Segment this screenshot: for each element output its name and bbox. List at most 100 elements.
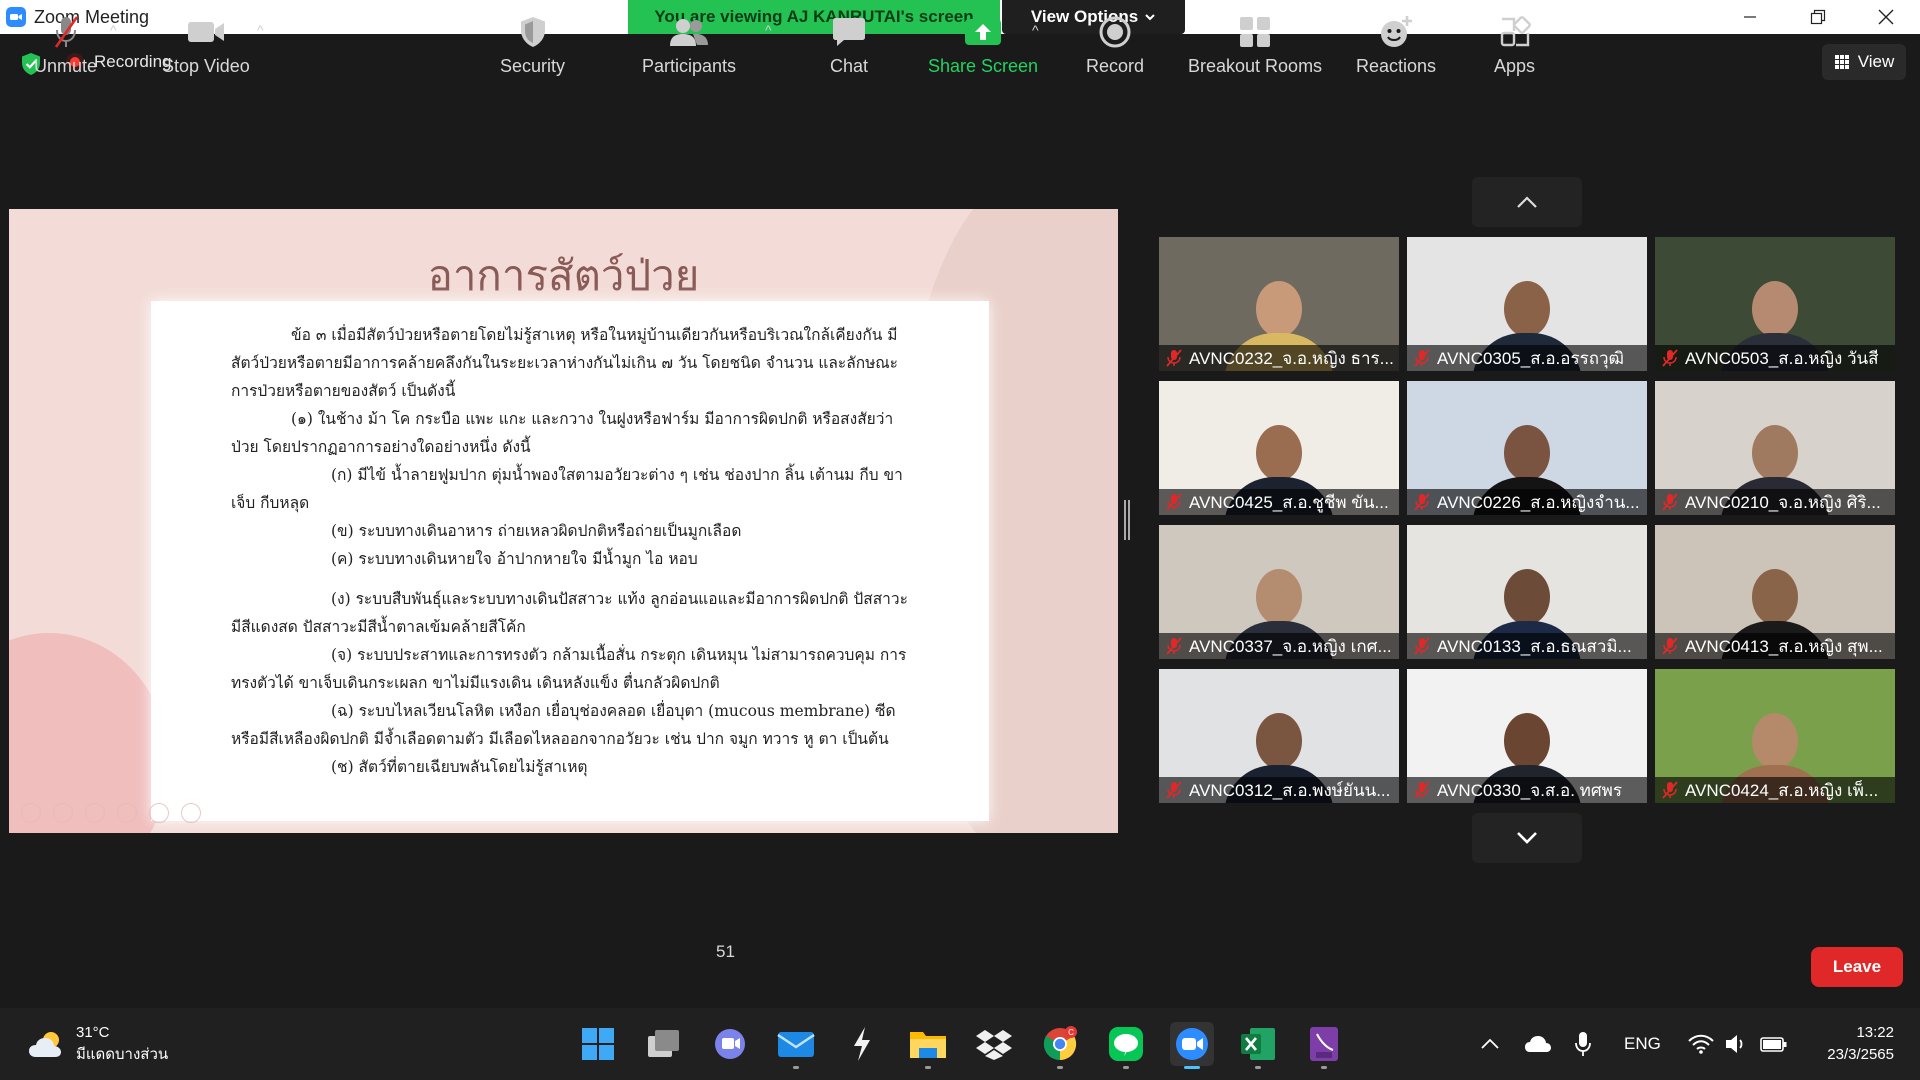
- leave-button[interactable]: Leave: [1811, 947, 1903, 987]
- gallery-page-down-button[interactable]: [1472, 813, 1582, 863]
- participant-tile[interactable]: AVNC0210_จ.อ.หญิง ศิริ...: [1655, 381, 1895, 515]
- video-options-caret[interactable]: ^: [257, 22, 264, 38]
- security-shield-icon: [520, 17, 545, 47]
- pen-icon[interactable]: [85, 803, 105, 823]
- breakout-rooms-button[interactable]: Breakout Rooms: [1188, 14, 1322, 77]
- meeting-toolbar: [0, 922, 1920, 1008]
- view-layout-button[interactable]: View: [1822, 44, 1906, 80]
- participant-head: [1752, 425, 1798, 481]
- muted-microphone-icon: [1414, 781, 1430, 799]
- taskbar-file-explorer[interactable]: [906, 1022, 950, 1069]
- previous-slide-icon[interactable]: [21, 803, 41, 823]
- participant-head: [1504, 569, 1550, 625]
- slide-paragraph: (ฉ) ระบบไหลเวียนโลหิต เหงือก เยื่อบุช่อง…: [231, 702, 896, 748]
- participant-namebar: AVNC0210_จ.อ.หญิง ศิริ...: [1655, 489, 1895, 515]
- tray-microphone[interactable]: [1574, 1008, 1592, 1080]
- chrome-icon: C: [1043, 1026, 1077, 1061]
- shared-screen-slide: อาการสัตว์ป่วย ข้อ ๓ เมื่อมีสัตว์ป่วยหรื…: [9, 209, 1118, 833]
- chat-button[interactable]: Chat: [830, 14, 868, 77]
- record-icon: [1099, 16, 1131, 48]
- security-button[interactable]: Security: [500, 14, 565, 77]
- restore-button[interactable]: [1784, 0, 1852, 34]
- slide-paragraph: ข้อ ๓ เมื่อมีสัตว์ป่วยหรือตายโดยไม่รู้สา…: [231, 326, 898, 400]
- participant-namebar: AVNC0226_ส.อ.หญิงจำน...: [1407, 489, 1647, 515]
- participant-tile[interactable]: AVNC0305_ส.อ.อรรถวุฒิ: [1407, 237, 1647, 371]
- slide-title: อาการสัตว์ป่วย: [427, 251, 700, 300]
- participant-tile[interactable]: AVNC0133_ส.อ.ธณสวมิ...: [1407, 525, 1647, 659]
- participants-button[interactable]: Participants: [642, 14, 736, 77]
- taskbar-teams[interactable]: [708, 1022, 752, 1066]
- breakout-rooms-icon: [1240, 17, 1271, 47]
- taskbar-pdf-app[interactable]: [1302, 1022, 1346, 1069]
- participant-head: [1504, 281, 1550, 337]
- participant-name: AVNC0413_ส.อ.หญิง สุพ...: [1685, 636, 1883, 656]
- chevron-down-icon: [1145, 14, 1155, 21]
- slide-paragraph: (ข) ระบบทางเดินอาหาร ถ่ายเหลวผิดปกติหรือ…: [331, 522, 742, 540]
- share-screen-button[interactable]: Share Screen: [928, 14, 1038, 77]
- taskbar-excel[interactable]: [1236, 1022, 1280, 1069]
- lightning-app-icon: [854, 1027, 870, 1061]
- zoom-icon[interactable]: [149, 803, 169, 823]
- participant-tile[interactable]: AVNC0232_จ.อ.หญิง ธาร...: [1159, 237, 1399, 371]
- next-slide-icon[interactable]: [53, 803, 73, 823]
- tray-language[interactable]: ENG: [1624, 1008, 1661, 1080]
- taskbar-zoom[interactable]: [1170, 1022, 1214, 1069]
- minimize-button[interactable]: [1716, 0, 1784, 34]
- tray-onedrive[interactable]: [1524, 1008, 1552, 1080]
- tray-wifi[interactable]: [1688, 1008, 1714, 1080]
- chat-bubble-icon: [833, 18, 866, 46]
- participants-label: Participants: [642, 56, 737, 76]
- close-button[interactable]: [1852, 0, 1920, 34]
- participant-tile[interactable]: AVNC0425_ส.อ.ชูชีพ ขัน...: [1159, 381, 1399, 515]
- muted-microphone-icon: [1414, 637, 1430, 655]
- audio-options-caret[interactable]: ^: [110, 22, 117, 38]
- participant-name: AVNC0305_ส.อ.อรรถวุฒิ: [1437, 348, 1624, 368]
- teams-chat-icon: [715, 1029, 745, 1059]
- participant-tile[interactable]: AVNC0424_ส.อ.หญิง เพ็...: [1655, 669, 1895, 803]
- weather-widget[interactable]: 31°C มีแดดบางส่วน: [28, 1022, 168, 1066]
- apps-label: Apps: [1494, 56, 1536, 76]
- participant-name: AVNC0330_จ.ส.อ. ทศพร: [1437, 780, 1623, 800]
- battery-charging-icon: [1760, 1037, 1787, 1052]
- apps-button[interactable]: Apps: [1494, 14, 1535, 77]
- tray-volume[interactable]: [1724, 1008, 1748, 1080]
- taskbar-clock[interactable]: 13:22 23/3/2565: [1827, 1022, 1894, 1066]
- participant-head: [1256, 425, 1302, 481]
- speaker-icon: [1726, 1035, 1743, 1053]
- unmute-label: Unmute: [34, 56, 98, 76]
- tray-overflow-button[interactable]: [1480, 1008, 1500, 1080]
- taskbar-dropbox[interactable]: [972, 1022, 1016, 1066]
- record-button[interactable]: Record: [1086, 14, 1144, 77]
- slides-grid-icon[interactable]: [117, 803, 137, 823]
- tray-battery[interactable]: [1760, 1008, 1788, 1080]
- participant-namebar: AVNC0424_ส.อ.หญิง เพ็...: [1655, 777, 1895, 803]
- stop-video-label: Stop Video: [162, 56, 250, 76]
- participant-name: AVNC0337_จ.อ.หญิง เกศ...: [1189, 636, 1392, 656]
- more-icon[interactable]: [181, 803, 201, 823]
- gallery-page-up-button[interactable]: [1472, 177, 1582, 227]
- participant-tile[interactable]: AVNC0226_ส.อ.หญิงจำน...: [1407, 381, 1647, 515]
- participant-tile[interactable]: AVNC0312_ส.อ.พงษ์ยันน...: [1159, 669, 1399, 803]
- taskbar-start-button[interactable]: [576, 1022, 620, 1066]
- taskbar-line[interactable]: [1104, 1022, 1148, 1069]
- reactions-button[interactable]: Reactions: [1356, 14, 1436, 77]
- participant-head: [1504, 425, 1550, 481]
- split-resize-handle[interactable]: [1124, 500, 1130, 540]
- participant-tile[interactable]: AVNC0337_จ.อ.หญิง เกศ...: [1159, 525, 1399, 659]
- slide-document: ข้อ ๓ เมื่อมีสัตว์ป่วยหรือตายโดยไม่รู้สา…: [151, 301, 989, 821]
- taskbar-chrome[interactable]: C: [1038, 1022, 1082, 1069]
- muted-microphone-icon: [1166, 781, 1182, 799]
- participant-tile[interactable]: AVNC0330_จ.ส.อ. ทศพร: [1407, 669, 1647, 803]
- stop-video-button[interactable]: Stop Video: [162, 14, 250, 77]
- participant-tile[interactable]: AVNC0413_ส.อ.หญิง สุพ...: [1655, 525, 1895, 659]
- unmute-button[interactable]: Unmute: [34, 14, 97, 77]
- taskbar-task-view[interactable]: [642, 1022, 686, 1066]
- grid-icon: [1834, 55, 1849, 69]
- share-screen-label: Share Screen: [928, 56, 1039, 76]
- taskbar-app-bolt[interactable]: [840, 1022, 884, 1066]
- taskbar-mail[interactable]: [774, 1022, 818, 1069]
- participants-options-caret[interactable]: ^: [765, 22, 772, 38]
- share-options-caret[interactable]: ^: [1032, 22, 1039, 38]
- participant-namebar: AVNC0305_ส.อ.อรรถวุฒิ: [1407, 345, 1647, 371]
- participant-tile[interactable]: AVNC0503_ส.อ.หญิง วันสี: [1655, 237, 1895, 371]
